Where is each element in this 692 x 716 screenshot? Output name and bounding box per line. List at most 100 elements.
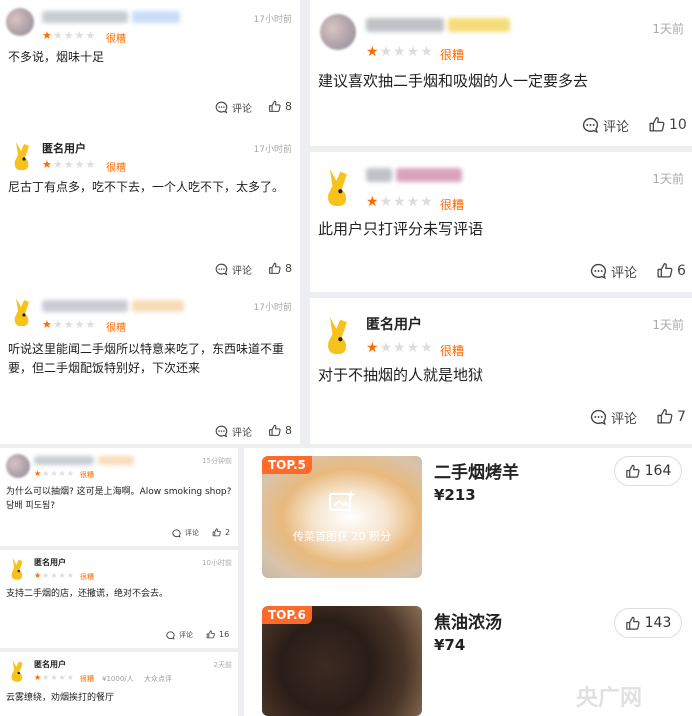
comment-label: 评论 xyxy=(185,529,199,537)
comment-button[interactable]: 评论 xyxy=(582,116,629,135)
like-count: 143 xyxy=(644,615,672,631)
review-text: 不多说，烟味十足 xyxy=(8,50,105,64)
like-button[interactable]: 10 xyxy=(648,116,687,133)
rank-badge: TOP.5 xyxy=(262,456,312,474)
star-rating: ★★★★★ xyxy=(42,158,97,171)
like-button[interactable]: 8 xyxy=(268,262,292,275)
thumbs-up-icon xyxy=(648,116,665,133)
blurred-username xyxy=(366,18,444,32)
mascot-avatar xyxy=(8,658,28,682)
like-button[interactable]: 16 xyxy=(206,630,229,639)
review-time: 1天前 xyxy=(652,172,684,186)
review-card: 匿名用户 10小时前 ★★★★★ 很糟 支持二手烟的店，还撒谎，绝对不会去。 评… xyxy=(0,550,238,648)
comment-icon xyxy=(166,630,175,640)
comment-icon xyxy=(215,101,228,114)
comment-button[interactable]: 评论 xyxy=(590,262,637,281)
rating-label: 很糟 xyxy=(80,471,94,479)
like-button[interactable]: 7 xyxy=(656,408,686,425)
review-time: 1天前 xyxy=(652,318,684,332)
username: 匿名用户 xyxy=(34,660,66,669)
blurred-username xyxy=(34,456,94,465)
review-time: 17小时前 xyxy=(253,303,292,313)
avatar xyxy=(6,454,30,478)
comment-button[interactable]: 评论 xyxy=(166,630,193,640)
comment-label: 评论 xyxy=(611,412,638,427)
comment-label: 评论 xyxy=(232,428,252,439)
blurred-username xyxy=(42,11,128,23)
watermark: 央广网 xyxy=(576,686,643,711)
review-card: 匿名用户 2天前 ★★★★★ 很糟 ¥1000/人 大众点评 云雾缭绕，劝烟挨打… xyxy=(0,652,238,716)
comment-button[interactable]: 评论 xyxy=(215,100,252,115)
dish-ranking-panel: TOP.5 传菜首图获 20 积分 二手烟烤羊 ¥213 164 TOP.6 焦… xyxy=(244,448,692,716)
username: 匿名用户 xyxy=(34,558,66,567)
blurred-user-badge xyxy=(98,456,134,465)
like-button[interactable]: 8 xyxy=(268,100,292,113)
thumbs-up-icon xyxy=(268,262,281,275)
review-text: 为什么可以抽烟? 这可是上海啊。Alow smoking shop? 담배 피도… xyxy=(6,487,232,511)
review-time: 15分钟前 xyxy=(202,457,232,465)
comment-button[interactable]: 评论 xyxy=(172,528,199,538)
dish-like-button[interactable]: 143 xyxy=(614,608,682,638)
rating-label: 很糟 xyxy=(106,34,126,45)
review-card: 1天前 ★★★★★ 很糟 建议喜欢抽二手烟和吸烟的人一定要多去 评论 10 xyxy=(310,0,692,146)
review-time: 2天前 xyxy=(213,661,232,669)
mascot-avatar xyxy=(10,140,36,170)
review-text: 支持二手烟的店，还撒谎，绝对不会去。 xyxy=(6,589,169,599)
like-count: 8 xyxy=(285,424,292,437)
comment-button[interactable]: 评论 xyxy=(590,408,637,427)
review-card: 1天前 ★★★★★ 很糟 此用户只打评分未写评语 评论 6 xyxy=(310,152,692,292)
left-bottom-panel: 15分钟前 ★★★★★ 很糟 为什么可以抽烟? 这可是上海啊。Alow smok… xyxy=(0,448,238,716)
price-per-person: ¥1000/人 xyxy=(102,675,134,683)
dish-price: ¥74 xyxy=(434,636,466,654)
mascot-avatar xyxy=(10,296,36,326)
dish-price: ¥213 xyxy=(434,486,476,504)
upload-photo-icon xyxy=(328,490,356,518)
mascot-avatar xyxy=(8,556,28,580)
star-rating: ★★★★★ xyxy=(34,571,75,580)
comment-icon xyxy=(172,528,181,538)
like-button[interactable]: 2 xyxy=(212,528,230,537)
like-count: 6 xyxy=(677,262,686,279)
review-card: 匿名用户 1天前 ★★★★★ 很糟 对于不抽烟的人就是地狱 评论 7 xyxy=(310,298,692,444)
star-rating: ★★★★★ xyxy=(42,29,97,42)
mascot-avatar xyxy=(322,314,356,354)
blurred-user-badge xyxy=(132,300,184,312)
like-count: 7 xyxy=(677,408,686,425)
review-time: 1天前 xyxy=(652,22,684,36)
thumbs-up-icon xyxy=(268,100,281,113)
review-text: 对于不抽烟的人就是地狱 xyxy=(318,366,484,384)
rating-label: 很糟 xyxy=(440,48,465,62)
like-button[interactable]: 8 xyxy=(268,424,292,437)
rating-label: 很糟 xyxy=(106,163,126,174)
thumbs-up-icon xyxy=(625,464,640,479)
review-text: 听说这里能闻二手烟所以特意来吃了，东西味道不重要，但二手烟配饭特别好，下次还来 xyxy=(8,342,285,375)
rating-label: 很糟 xyxy=(80,675,94,683)
like-count: 164 xyxy=(644,463,672,479)
comment-button[interactable]: 评论 xyxy=(215,424,252,439)
star-rating: ★★★★★ xyxy=(366,340,434,356)
dish-photo[interactable]: TOP.6 xyxy=(262,606,422,716)
rating-label: 很糟 xyxy=(80,573,94,581)
dish-name: 焦油浓汤 xyxy=(434,613,502,633)
review-card: 17小时前 ★★★★★ 很糟 不多说，烟味十足 评论 8 xyxy=(0,0,300,128)
thumbs-up-icon xyxy=(206,630,215,639)
like-count: 8 xyxy=(285,100,292,113)
dish-like-button[interactable]: 164 xyxy=(614,456,682,486)
left-top-panel: 17小时前 ★★★★★ 很糟 不多说，烟味十足 评论 8 匿名用户 17小时前 … xyxy=(0,0,300,444)
comment-button[interactable]: 评论 xyxy=(215,262,252,277)
review-time: 17小时前 xyxy=(253,15,292,25)
comment-label: 评论 xyxy=(179,631,193,639)
comment-icon xyxy=(215,425,228,438)
review-text: 尼古丁有点多，吃不下去，一个人吃不下，太多了。 xyxy=(8,180,285,194)
rating-label: 很糟 xyxy=(440,198,465,212)
like-count: 10 xyxy=(669,116,687,133)
review-card: 匿名用户 17小时前 ★★★★★ 很糟 尼古丁有点多，吃不下去，一个人吃不下，太… xyxy=(0,132,300,284)
like-count: 2 xyxy=(225,528,231,537)
comment-label: 评论 xyxy=(232,104,252,115)
comment-label: 评论 xyxy=(232,266,252,277)
blurred-user-badge xyxy=(132,11,180,23)
blurred-user-badge xyxy=(396,168,462,182)
dish-photo[interactable]: TOP.5 传菜首图获 20 积分 xyxy=(262,456,422,578)
rating-label: 很糟 xyxy=(440,344,465,358)
like-button[interactable]: 6 xyxy=(656,262,686,279)
